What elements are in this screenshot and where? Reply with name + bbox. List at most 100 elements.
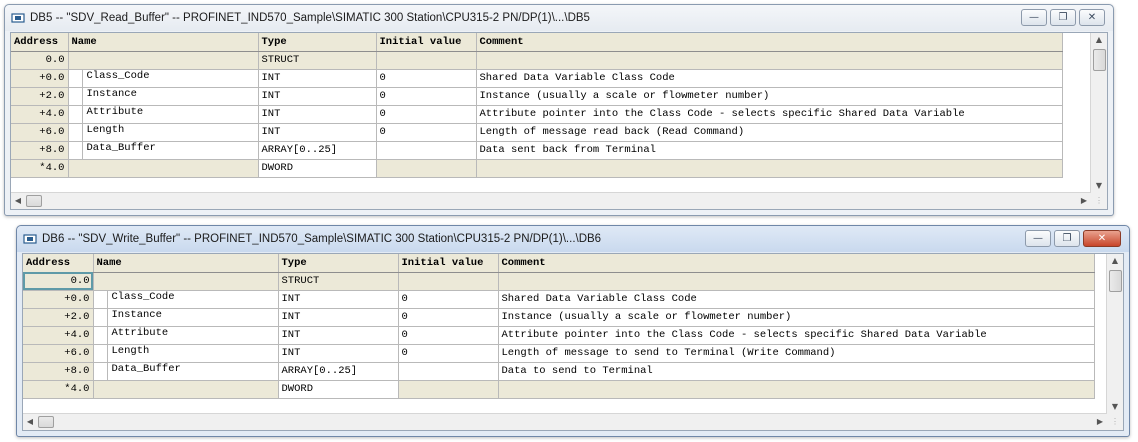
close-button[interactable]: ✕ bbox=[1079, 9, 1105, 26]
initial-value-cell[interactable] bbox=[398, 362, 499, 381]
initial-value-cell[interactable]: 0 bbox=[376, 87, 477, 106]
type-cell[interactable]: INT bbox=[258, 87, 377, 106]
comment-cell[interactable]: Length of message read back (Read Comman… bbox=[476, 123, 1063, 142]
resize-grip-icon[interactable]: ⋮ bbox=[1091, 193, 1107, 209]
address-cell[interactable]: +6.0 bbox=[23, 344, 94, 363]
name-cell[interactable]: Length bbox=[93, 344, 279, 363]
column-header-type[interactable]: Type bbox=[278, 254, 399, 273]
comment-cell[interactable] bbox=[498, 380, 1095, 399]
initial-value-cell[interactable] bbox=[376, 51, 477, 70]
type-cell[interactable]: ARRAY[0..25] bbox=[278, 362, 399, 381]
name-cell[interactable] bbox=[93, 380, 279, 399]
scroll-right-icon[interactable]: ▶ bbox=[1077, 193, 1091, 209]
initial-value-cell[interactable] bbox=[398, 272, 499, 291]
column-header-name[interactable]: Name bbox=[68, 33, 259, 52]
type-cell[interactable]: INT bbox=[258, 105, 377, 124]
address-cell[interactable]: +2.0 bbox=[11, 87, 69, 106]
db5-title-bar[interactable]: DB5 -- "SDV_Read_Buffer" -- PROFINET_IND… bbox=[5, 5, 1113, 31]
name-cell[interactable]: Attribute bbox=[68, 105, 259, 124]
address-cell[interactable]: +8.0 bbox=[23, 362, 94, 381]
column-header-comment[interactable]: Comment bbox=[498, 254, 1095, 273]
db6-window[interactable]: DB6 -- "SDV_Write_Buffer" -- PROFINET_IN… bbox=[16, 225, 1130, 437]
table-row[interactable]: +8.0 Data_Buffer ARRAY[0..25] Data to se… bbox=[23, 362, 1095, 381]
scroll-thumb[interactable] bbox=[26, 195, 42, 207]
comment-cell[interactable] bbox=[498, 272, 1095, 291]
vertical-scrollbar[interactable]: ▲ ▼ bbox=[1090, 33, 1107, 193]
minimize-button[interactable]: — bbox=[1021, 9, 1047, 26]
table-row[interactable]: +4.0 Attribute INT 0 Attribute pointer i… bbox=[23, 326, 1095, 345]
comment-cell[interactable]: Data sent back from Terminal bbox=[476, 141, 1063, 160]
type-cell[interactable]: INT bbox=[278, 344, 399, 363]
initial-value-cell[interactable]: 0 bbox=[376, 69, 477, 88]
close-button[interactable]: ✕ bbox=[1083, 230, 1121, 247]
name-cell[interactable]: Instance bbox=[68, 87, 259, 106]
name-cell[interactable]: Length bbox=[68, 123, 259, 142]
name-cell[interactable]: Class_Code bbox=[93, 290, 279, 309]
initial-value-cell[interactable]: 0 bbox=[398, 290, 499, 309]
name-cell[interactable]: Data_Buffer bbox=[93, 362, 279, 381]
table-row[interactable]: +0.0 Class_Code INT 0 Shared Data Variab… bbox=[23, 290, 1095, 309]
comment-cell[interactable]: Data to send to Terminal bbox=[498, 362, 1095, 381]
address-cell[interactable]: +0.0 bbox=[23, 290, 94, 309]
type-cell[interactable]: STRUCT bbox=[258, 51, 377, 70]
table-row[interactable]: 0.0 STRUCT bbox=[11, 51, 1063, 70]
initial-value-cell[interactable] bbox=[398, 380, 499, 399]
initial-value-cell[interactable] bbox=[376, 141, 477, 160]
type-cell[interactable]: INT bbox=[258, 69, 377, 88]
scroll-down-icon[interactable]: ▼ bbox=[1107, 400, 1123, 414]
address-cell[interactable]: +4.0 bbox=[11, 105, 69, 124]
initial-value-cell[interactable] bbox=[376, 159, 477, 178]
comment-cell[interactable]: Shared Data Variable Class Code bbox=[498, 290, 1095, 309]
comment-cell[interactable]: Shared Data Variable Class Code bbox=[476, 69, 1063, 88]
resize-grip-icon[interactable]: ⋮ bbox=[1107, 414, 1123, 430]
scroll-left-icon[interactable]: ◀ bbox=[23, 414, 37, 430]
db6-title-bar[interactable]: DB6 -- "SDV_Write_Buffer" -- PROFINET_IN… bbox=[17, 226, 1129, 252]
horizontal-scrollbar[interactable]: ◀ ▶ bbox=[23, 413, 1107, 430]
initial-value-cell[interactable]: 0 bbox=[376, 105, 477, 124]
type-cell[interactable]: INT bbox=[258, 123, 377, 142]
minimize-button[interactable]: — bbox=[1025, 230, 1051, 247]
comment-cell[interactable]: Attribute pointer into the Class Code - … bbox=[498, 326, 1095, 345]
comment-cell[interactable] bbox=[476, 159, 1063, 178]
address-cell[interactable]: +2.0 bbox=[23, 308, 94, 327]
address-cell[interactable]: +6.0 bbox=[11, 123, 69, 142]
comment-cell[interactable]: Length of message to send to Terminal (W… bbox=[498, 344, 1095, 363]
address-cell[interactable]: +8.0 bbox=[11, 141, 69, 160]
vertical-scrollbar[interactable]: ▲ ▼ bbox=[1106, 254, 1123, 414]
name-cell[interactable] bbox=[93, 272, 279, 291]
table-row[interactable]: +6.0 Length INT 0 Length of message read… bbox=[11, 123, 1063, 142]
type-cell[interactable]: INT bbox=[278, 326, 399, 345]
type-cell[interactable]: INT bbox=[278, 290, 399, 309]
address-cell[interactable]: *4.0 bbox=[11, 159, 69, 178]
name-cell[interactable] bbox=[68, 51, 259, 70]
scroll-down-icon[interactable]: ▼ bbox=[1091, 179, 1107, 193]
address-cell[interactable]: 0.0 bbox=[23, 272, 94, 291]
restore-button[interactable]: ❐ bbox=[1050, 9, 1076, 26]
comment-cell[interactable]: Instance (usually a scale or flowmeter n… bbox=[498, 308, 1095, 327]
column-header-type[interactable]: Type bbox=[258, 33, 377, 52]
scroll-up-icon[interactable]: ▲ bbox=[1091, 33, 1107, 47]
address-cell[interactable]: +4.0 bbox=[23, 326, 94, 345]
table-row[interactable]: +2.0 Instance INT 0 Instance (usually a … bbox=[11, 87, 1063, 106]
column-header-initial-value[interactable]: Initial value bbox=[398, 254, 499, 273]
restore-button[interactable]: ❐ bbox=[1054, 230, 1080, 247]
name-cell[interactable] bbox=[68, 159, 259, 178]
scroll-thumb[interactable] bbox=[1109, 270, 1122, 292]
type-cell[interactable]: DWORD bbox=[258, 159, 377, 178]
comment-cell[interactable]: Attribute pointer into the Class Code - … bbox=[476, 105, 1063, 124]
horizontal-scrollbar[interactable]: ◀ ▶ bbox=[11, 192, 1091, 209]
type-cell[interactable]: DWORD bbox=[278, 380, 399, 399]
scroll-right-icon[interactable]: ▶ bbox=[1093, 414, 1107, 430]
scroll-left-icon[interactable]: ◀ bbox=[11, 193, 25, 209]
initial-value-cell[interactable]: 0 bbox=[398, 308, 499, 327]
address-cell[interactable]: +0.0 bbox=[11, 69, 69, 88]
table-row[interactable]: +8.0 Data_Buffer ARRAY[0..25] Data sent … bbox=[11, 141, 1063, 160]
column-header-initial-value[interactable]: Initial value bbox=[376, 33, 477, 52]
initial-value-cell[interactable]: 0 bbox=[376, 123, 477, 142]
column-header-name[interactable]: Name bbox=[93, 254, 279, 273]
table-row[interactable]: +2.0 Instance INT 0 Instance (usually a … bbox=[23, 308, 1095, 327]
column-header-comment[interactable]: Comment bbox=[476, 33, 1063, 52]
table-row[interactable]: +0.0 Class_Code INT 0 Shared Data Variab… bbox=[11, 69, 1063, 88]
table-row[interactable]: +6.0 Length INT 0 Length of message to s… bbox=[23, 344, 1095, 363]
type-cell[interactable]: ARRAY[0..25] bbox=[258, 141, 377, 160]
